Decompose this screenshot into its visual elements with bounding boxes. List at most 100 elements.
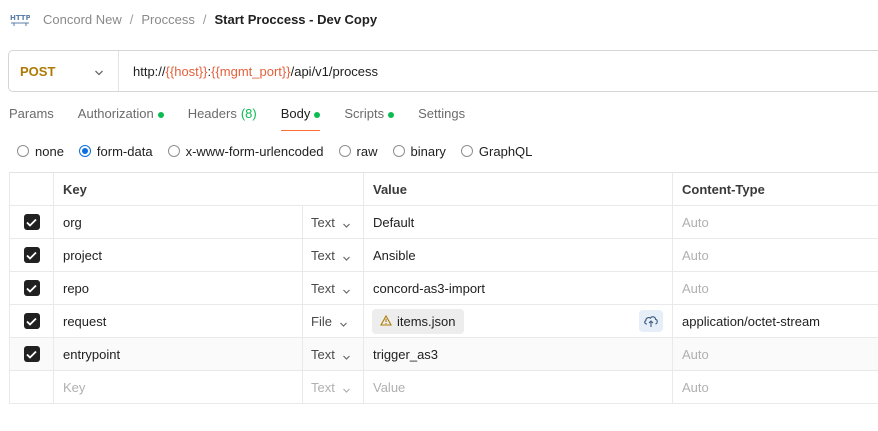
form-data-table: Key Value Content-Type org Text Default … [9, 172, 878, 404]
tab-scripts[interactable]: Scripts [344, 103, 395, 131]
row-check-cell [9, 272, 54, 304]
breadcrumb-separator: / [129, 11, 134, 27]
value-file-cell: items.json [364, 305, 673, 337]
new-key-input[interactable]: Key [54, 371, 303, 403]
type-select[interactable]: Text [303, 239, 364, 271]
url-path: /api/v1/process [290, 63, 379, 79]
value-input[interactable]: Ansible [364, 239, 673, 271]
breadcrumb-separator: / [202, 11, 207, 27]
type-select[interactable]: Text [303, 206, 364, 238]
new-value-input[interactable]: Value [364, 371, 673, 403]
new-content-type-input[interactable]: Auto [673, 371, 878, 403]
row-check-cell [9, 239, 54, 271]
status-dot-icon [388, 112, 395, 118]
row-checkbox[interactable] [23, 214, 40, 230]
radio-circle-icon [17, 145, 29, 157]
type-select[interactable]: Text [303, 371, 364, 403]
type-label: File [311, 313, 332, 329]
radio-selected-icon [78, 145, 91, 157]
chevron-down-icon [342, 251, 351, 261]
radio-circle-icon [338, 145, 351, 157]
tab-headers[interactable]: Headers (8) [188, 103, 257, 131]
status-dot-icon [157, 112, 164, 118]
table-row: org Text Default Auto [9, 206, 878, 239]
header-value: Value [364, 173, 673, 205]
chevron-down-icon [339, 317, 348, 327]
radio-label: form-data [96, 143, 153, 159]
table-row: request File items.json application/octe… [9, 305, 878, 338]
radio-circle-icon [392, 145, 405, 157]
table-header: Key Value Content-Type [9, 173, 878, 206]
table-row: repo Text concord-as3-import Auto [9, 272, 878, 305]
key-input[interactable]: repo [54, 272, 303, 304]
request-title[interactable]: Start Proccess - Dev Copy [214, 12, 377, 27]
row-check-cell [9, 305, 54, 337]
type-label: Text [311, 214, 335, 230]
table-row: project Text Ansible Auto [9, 239, 878, 272]
tab-label: Scripts [344, 106, 385, 121]
breadcrumb-folder[interactable]: Proccess [141, 12, 194, 27]
radio-x-www-form-urlencoded[interactable]: x-www-form-urlencoded [167, 143, 324, 159]
value-input[interactable]: trigger_as3 [364, 338, 673, 370]
file-chip[interactable]: items.json [372, 308, 464, 334]
cloud-upload-icon[interactable] [639, 310, 663, 332]
header-count: (8) [240, 106, 257, 121]
table-row-empty: Key Text Value Auto [9, 371, 878, 404]
url-input[interactable]: http://{{host}}:{{mgmt_port}}/api/v1/pro… [119, 64, 378, 79]
tab-settings[interactable]: Settings [418, 103, 465, 131]
content-type-input[interactable]: Auto [673, 239, 878, 271]
value-input[interactable]: Default [364, 206, 673, 238]
content-type-input[interactable]: Auto [673, 272, 878, 304]
key-input[interactable]: project [54, 239, 303, 271]
radio-binary[interactable]: binary [392, 143, 446, 159]
row-checkbox[interactable] [23, 313, 40, 329]
type-label: Text [311, 280, 335, 296]
breadcrumb-collection[interactable]: Concord New [43, 12, 122, 27]
body-type-group: none form-data x-www-form-urlencoded raw… [17, 142, 547, 160]
method-select[interactable]: POST [9, 51, 119, 91]
radio-label: x-www-form-urlencoded [185, 143, 324, 159]
tab-label: Authorization [77, 106, 154, 121]
key-input[interactable]: org [54, 206, 303, 238]
url-prefix: http:// [133, 63, 166, 79]
svg-text:HTTP: HTTP [10, 14, 30, 22]
row-check-cell [9, 338, 54, 370]
type-select[interactable]: Text [303, 338, 364, 370]
chevron-down-icon [94, 66, 104, 76]
chevron-down-icon [342, 284, 351, 294]
radio-label: GraphQL [478, 143, 533, 159]
radio-graphql[interactable]: GraphQL [460, 143, 533, 159]
content-type-input[interactable]: Auto [673, 338, 878, 370]
url-variable-host: {{host}} [165, 63, 208, 79]
value-input[interactable]: concord-as3-import [364, 272, 673, 304]
type-select[interactable]: Text [303, 272, 364, 304]
radio-circle-icon [460, 145, 473, 157]
chevron-down-icon [342, 350, 351, 360]
key-input[interactable]: request [54, 305, 303, 337]
tab-params[interactable]: Params [9, 103, 54, 131]
row-checkbox[interactable] [23, 280, 40, 296]
http-icon: HTTP [10, 10, 30, 28]
url-variable-port: {{mgmt_port}} [211, 63, 291, 79]
radio-form-data[interactable]: form-data [78, 143, 153, 159]
row-checkbox[interactable] [23, 346, 40, 362]
status-dot-icon [314, 112, 321, 118]
radio-circle-icon [167, 145, 180, 157]
content-type-input[interactable]: application/octet-stream [673, 305, 878, 337]
type-label: Text [311, 346, 335, 362]
row-checkbox[interactable] [23, 247, 40, 263]
radio-label: binary [410, 143, 446, 159]
tab-authorization[interactable]: Authorization [78, 103, 164, 131]
chevron-down-icon [342, 383, 351, 393]
type-label: Text [311, 379, 335, 395]
tab-body[interactable]: Body [280, 103, 321, 131]
key-input[interactable]: entrypoint [54, 338, 303, 370]
type-label: Text [311, 247, 335, 263]
method-label: POST [20, 63, 56, 79]
header-key: Key [54, 173, 364, 205]
type-select[interactable]: File [303, 305, 364, 337]
content-type-input[interactable]: Auto [673, 206, 878, 238]
radio-raw[interactable]: raw [338, 144, 378, 159]
radio-none[interactable]: none [17, 144, 64, 159]
file-name: items.json [397, 313, 456, 329]
